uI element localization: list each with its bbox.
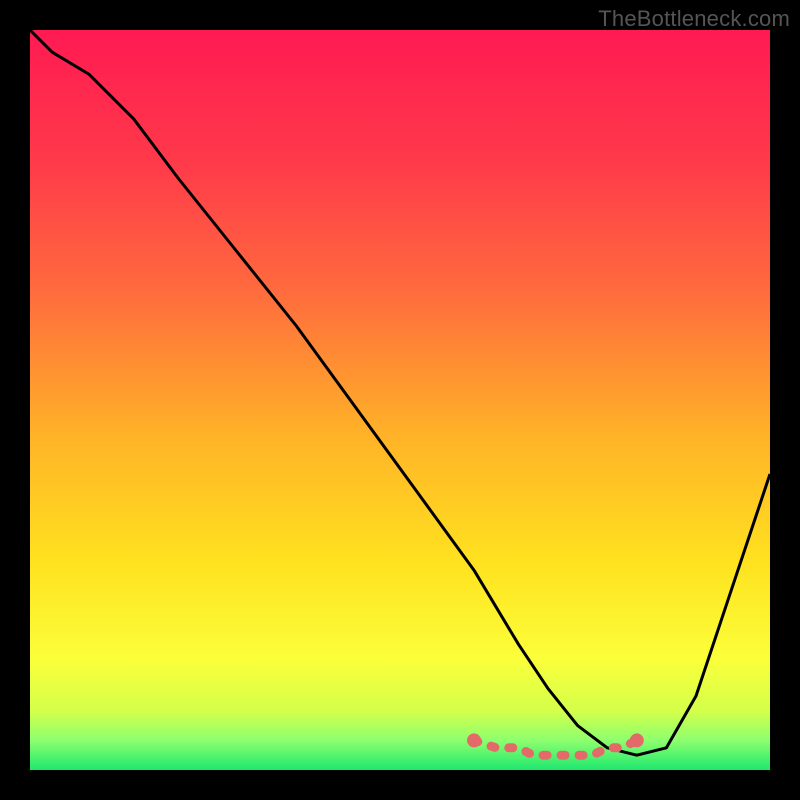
chart-svg	[30, 30, 770, 770]
chart-plot	[30, 30, 770, 770]
watermark-text: TheBottleneck.com	[598, 6, 790, 32]
optimal-zone-end-marker	[630, 733, 644, 747]
gradient-background	[30, 30, 770, 770]
optimal-zone-start-marker	[467, 733, 481, 747]
chart-frame: TheBottleneck.com	[0, 0, 800, 800]
